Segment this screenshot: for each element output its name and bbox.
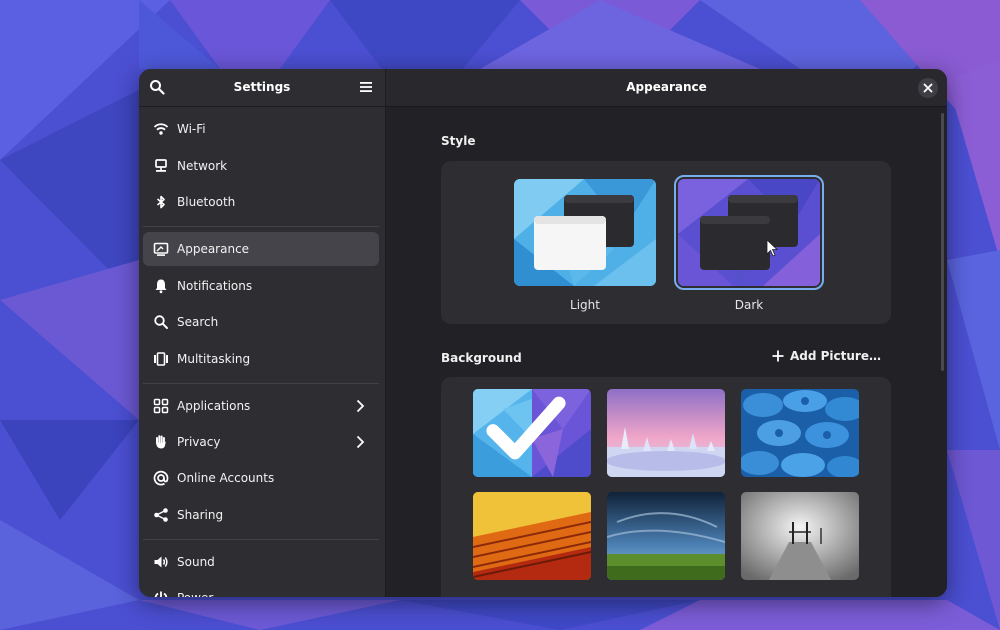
add-picture-button[interactable]: Add Picture…	[772, 349, 881, 363]
background-thumbnail[interactable]	[741, 389, 859, 477]
hamburger-menu-icon[interactable]	[358, 79, 374, 95]
sidebar-item-sharing[interactable]: Sharing	[143, 498, 379, 532]
main-header: Appearance	[386, 69, 947, 107]
hand-icon	[153, 434, 169, 450]
sidebar-item-label: Privacy	[177, 435, 221, 449]
network-icon	[153, 158, 169, 174]
chevron-right-icon	[356, 399, 365, 413]
sidebar-item-bluetooth[interactable]: Bluetooth	[143, 185, 379, 219]
checkmark-icon	[486, 396, 566, 460]
sidebar-item-wifi[interactable]: Wi-Fi	[143, 112, 379, 146]
share-icon	[153, 507, 169, 523]
sidebar: Settings Wi-Fi Network Bluetooth Appeara…	[139, 69, 386, 597]
wifi-icon	[153, 121, 169, 137]
sidebar-item-label: Applications	[177, 399, 251, 413]
speaker-icon	[153, 554, 169, 570]
sidebar-title: Settings	[233, 80, 291, 94]
sidebar-item-label: Appearance	[177, 242, 250, 256]
background-section-label: Background	[441, 351, 522, 365]
sidebar-item-label: Power	[177, 581, 213, 597]
sidebar-item-multitasking[interactable]: Multitasking	[143, 342, 379, 376]
search-icon	[153, 314, 169, 330]
sidebar-item-label: Sound	[177, 555, 215, 569]
sidebar-item-label: Notifications	[177, 279, 253, 293]
settings-window: Settings Wi-Fi Network Bluetooth Appeara…	[139, 69, 947, 597]
sidebar-item-search[interactable]: Search	[143, 305, 379, 339]
sidebar-item-notifications[interactable]: Notifications	[143, 269, 379, 303]
style-section-label: Style	[441, 134, 476, 148]
chevron-right-icon	[356, 435, 365, 449]
background-thumbnail[interactable]	[607, 492, 725, 580]
bluetooth-icon	[153, 194, 169, 210]
plus-icon	[772, 350, 784, 362]
background-grid	[441, 377, 891, 597]
sidebar-item-appearance[interactable]: Appearance	[143, 232, 379, 266]
sidebar-item-sound[interactable]: Sound	[143, 545, 379, 579]
sidebar-item-label: Sharing	[177, 508, 224, 522]
style-chooser: Light Dark	[441, 161, 891, 324]
sidebar-item-privacy[interactable]: Privacy	[143, 425, 379, 459]
close-button[interactable]	[918, 78, 938, 98]
sidebar-item-power[interactable]: Power	[143, 581, 379, 597]
at-icon	[153, 470, 169, 486]
scrollbar[interactable]	[941, 113, 944, 371]
appearance-icon	[153, 241, 169, 257]
page-title: Appearance	[626, 80, 707, 94]
background-thumbnail[interactable]	[473, 389, 591, 477]
main-panel: Appearance Style Light Dark Background A…	[386, 69, 947, 597]
sidebar-item-label: Multitasking	[177, 352, 251, 366]
light-style-label: Light	[570, 298, 600, 312]
close-icon	[923, 83, 933, 93]
sidebar-item-label: Network	[177, 159, 228, 173]
bell-icon	[153, 278, 169, 294]
background-thumbnail[interactable]	[607, 389, 725, 477]
sidebar-item-label: Online Accounts	[177, 471, 275, 485]
sidebar-separator	[143, 226, 379, 227]
dark-style-option[interactable]	[674, 175, 824, 290]
light-style-option[interactable]	[514, 179, 656, 286]
sidebar-header: Settings	[139, 69, 385, 107]
background-thumbnail[interactable]	[741, 492, 859, 580]
sidebar-item-applications[interactable]: Applications	[143, 389, 379, 423]
sidebar-separator	[143, 539, 379, 540]
add-picture-label: Add Picture…	[789, 349, 881, 363]
dark-style-label: Dark	[734, 298, 764, 312]
grid-icon	[153, 398, 169, 414]
sidebar-item-network[interactable]: Network	[143, 149, 379, 183]
sidebar-item-label: Wi-Fi	[177, 122, 206, 136]
sidebar-separator	[143, 383, 379, 384]
background-thumbnail[interactable]	[473, 492, 591, 580]
multitasking-icon	[153, 351, 169, 367]
sidebar-item-label: Bluetooth	[177, 195, 236, 209]
power-icon	[153, 590, 169, 597]
sidebar-item-online-accounts[interactable]: Online Accounts	[143, 461, 379, 495]
sidebar-item-label: Search	[177, 315, 219, 329]
